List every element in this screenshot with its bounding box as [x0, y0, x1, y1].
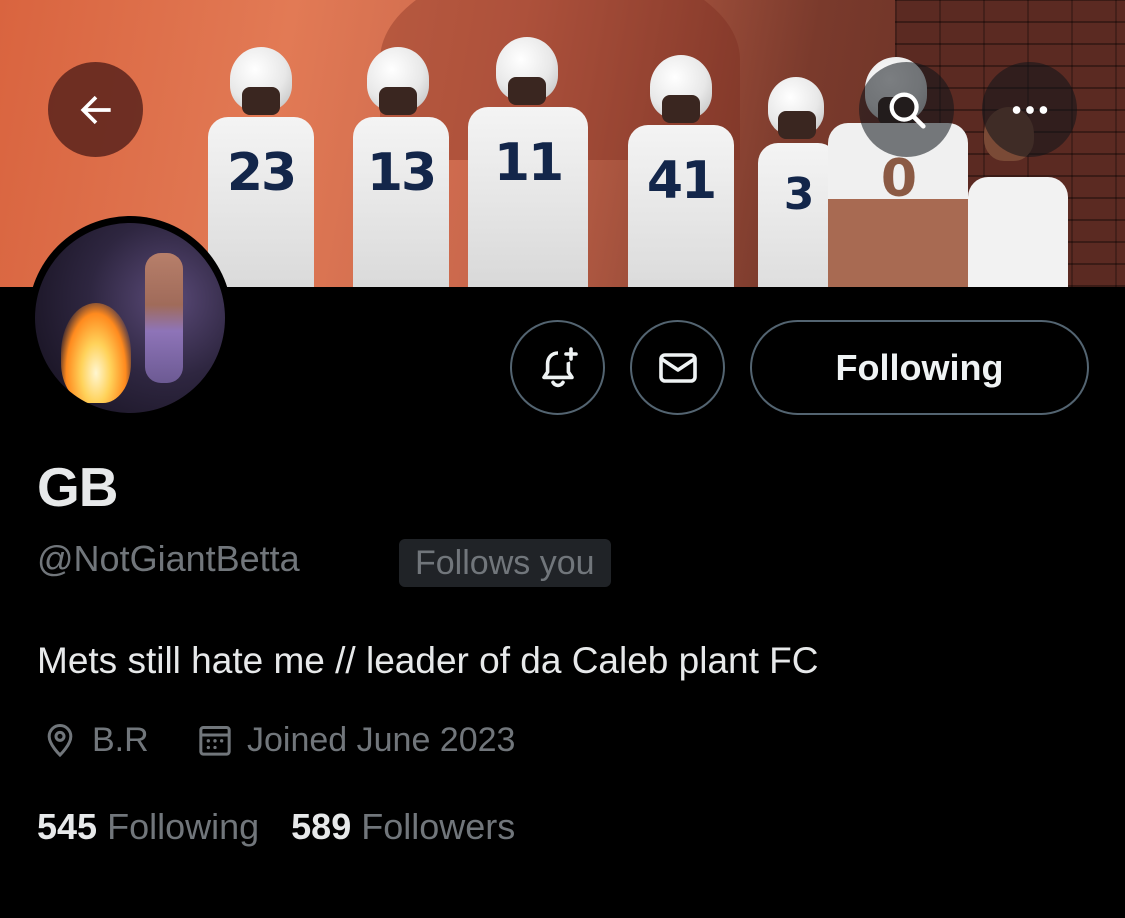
search-icon — [889, 92, 926, 129]
following-count: 545 — [37, 806, 98, 847]
calendar-icon — [199, 726, 231, 756]
jersey-number: 41 — [628, 125, 734, 287]
avatar-person — [145, 253, 183, 383]
avatar-image — [35, 223, 225, 413]
notifications-button[interactable] — [510, 320, 605, 415]
profile-joined-date: Joined June 2023 — [195, 720, 515, 760]
jersey-number: 23 — [208, 117, 314, 287]
profile-handle: @NotGiantBetta — [37, 538, 300, 579]
jersey-number: 13 — [353, 117, 449, 287]
avatar-fire — [61, 303, 131, 403]
following-count-link[interactable]: 545 Following — [37, 806, 259, 848]
follows-you-badge: Follows you — [399, 539, 611, 587]
bell-plus-icon — [541, 346, 578, 387]
location-text: B.R — [92, 720, 149, 759]
followers-count-link[interactable]: 589 Followers — [291, 806, 515, 848]
banner-player: 41 — [620, 47, 740, 287]
more-horizontal-icon — [1012, 105, 1047, 114]
banner-player: 23 — [200, 47, 320, 287]
profile-bio: Mets still hate me // leader of da Caleb… — [37, 640, 819, 681]
banner-player: 13 — [345, 47, 455, 287]
display-name: GB — [37, 456, 118, 518]
following-button[interactable]: Following — [750, 320, 1089, 415]
location-pin-icon — [47, 723, 73, 758]
followers-count: 589 — [291, 806, 352, 847]
search-button[interactable] — [859, 62, 954, 157]
arrow-left-icon — [80, 95, 111, 124]
jersey-number: 11 — [468, 107, 588, 287]
message-button[interactable] — [630, 320, 725, 415]
followers-label: Followers — [361, 806, 516, 847]
avatar[interactable] — [28, 216, 232, 420]
envelope-icon — [658, 352, 697, 383]
banner-player: 11 — [460, 37, 590, 287]
back-button[interactable] — [48, 62, 143, 157]
joined-text: Joined June 2023 — [247, 720, 516, 759]
profile-location: B.R — [40, 720, 149, 760]
more-options-button[interactable] — [982, 62, 1077, 157]
following-label: Following — [107, 806, 260, 847]
profile-stats: 545 Following 589 Followers — [37, 806, 547, 848]
